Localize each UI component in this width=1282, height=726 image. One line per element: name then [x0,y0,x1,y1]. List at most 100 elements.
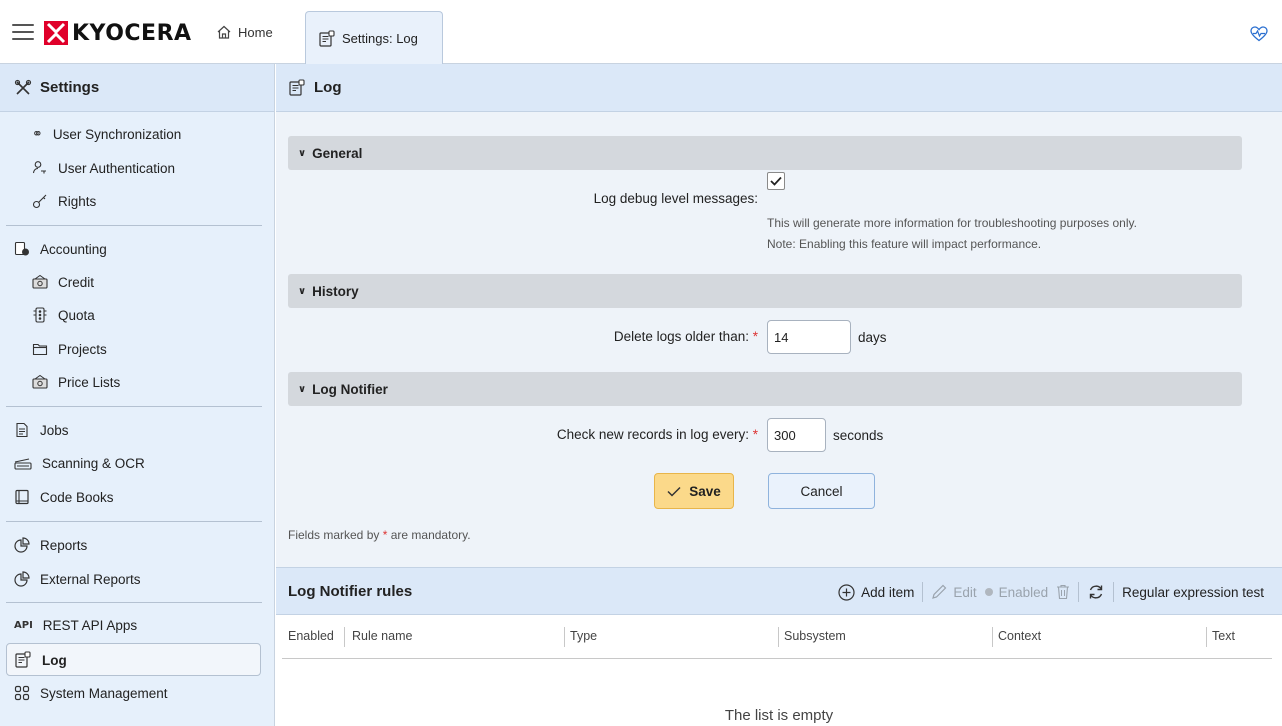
sidebar-item-accounting[interactable]: Accounting [14,241,107,257]
delete-logs-input[interactable]: 14 [767,320,851,354]
sidebar-item-label: Accounting [40,241,107,257]
sidebar-item-label: User Authentication [58,160,176,176]
debug-hint-2: Note: Enabling this feature will impact … [767,237,1042,251]
sidebar-item-rest-api-apps[interactable]: API REST API Apps [14,618,137,633]
column-divider[interactable] [992,627,993,647]
section-log-notifier-title: Log Notifier [312,381,388,397]
section-history-header[interactable]: ∨ History [288,274,1242,308]
trash-icon[interactable] [1056,584,1070,600]
accounting-icon [14,241,29,256]
chevron-down-icon: ∨ [298,285,307,297]
enabled-label: Enabled [998,584,1049,600]
add-item-button[interactable]: Add item [838,583,915,601]
save-button[interactable]: Save [654,473,734,509]
add-item-label: Add item [861,584,915,600]
column-divider[interactable] [778,627,779,647]
log-notifier-rules-panel: Log Notifier rules Add item Edit Enabled [276,567,1282,726]
sidebar-header: Settings [0,64,274,112]
sidebar-item-jobs[interactable]: Jobs [14,422,69,438]
delete-logs-label: Delete logs older than: * [476,329,758,344]
kyocera-logo[interactable]: KYOCERA [44,20,192,46]
sidebar-item-user-synchronization[interactable]: ⚭ User Synchronization [32,126,181,142]
sidebar-item-label: Price Lists [58,374,121,390]
chevron-down-icon: ∨ [298,147,307,159]
page-title: Log [314,79,342,96]
col-rule-name[interactable]: Rule name [352,629,412,643]
debug-checkbox[interactable] [767,172,785,190]
rules-title: Log Notifier rules [288,583,413,600]
pie-chart-icon [14,571,30,587]
log-icon [289,78,305,96]
money-icon [32,274,48,289]
sidebar-item-quota[interactable]: Quota [32,307,95,323]
debug-label: Log debug level messages: [593,191,758,206]
document-icon [16,422,28,438]
sidebar-item-price-lists[interactable]: Price Lists [32,374,120,390]
sidebar-divider [6,406,262,407]
sidebar-item-credit[interactable]: Credit [32,274,94,290]
sidebar: Settings ⚭ User Synchronization User Aut… [0,64,275,726]
col-enabled[interactable]: Enabled [288,629,334,643]
mandatory-note-post: are mandatory. [390,528,471,542]
sidebar-item-rights[interactable]: Rights [32,193,96,209]
check-records-unit: seconds [833,428,884,443]
sidebar-title: Settings [40,79,100,96]
sidebar-item-label: Code Books [40,489,114,505]
api-icon: API [14,620,33,631]
toolbar-divider [922,582,924,602]
home-icon [217,25,231,39]
log-icon [319,29,335,47]
rules-toolbar: Add item Edit Enabled Regular expression… [838,582,1264,602]
check-icon [667,486,681,497]
sidebar-item-log[interactable]: Log [14,651,67,669]
sidebar-item-label: Log [42,652,67,668]
users-sync-icon: ⚭ [32,126,43,141]
sidebar-item-label: Reports [40,537,88,553]
regex-test-button[interactable]: Regular expression test [1122,585,1264,600]
sidebar-item-projects[interactable]: Projects [32,341,107,357]
sidebar-item-reports[interactable]: Reports [14,537,87,553]
sidebar-item-external-reports[interactable]: External Reports [14,571,141,587]
grid-icon [14,685,30,701]
col-subsystem[interactable]: Subsystem [784,629,846,643]
sidebar-item-scanning-ocr[interactable]: Scanning & OCR [14,456,145,471]
sidebar-item-code-books[interactable]: Code Books [14,489,114,505]
key-icon [32,194,47,209]
section-general-header[interactable]: ∨ General [288,136,1242,170]
plus-circle-icon [838,583,855,601]
tab-settings-log[interactable]: Settings: Log [305,11,443,65]
cancel-button[interactable]: Cancel [768,473,875,509]
column-divider[interactable] [564,627,565,647]
col-text[interactable]: Text [1212,629,1235,643]
log-icon [15,651,31,668]
edit-button[interactable]: Edit [931,584,977,600]
pencil-icon [932,584,947,599]
section-log-notifier-header[interactable]: ∨ Log Notifier [288,372,1242,406]
column-divider[interactable] [1206,627,1207,647]
user-key-icon [32,161,46,174]
col-type[interactable]: Type [570,629,597,643]
sidebar-item-label: REST API Apps [42,618,138,633]
check-records-input[interactable]: 300 [767,418,826,452]
col-context[interactable]: Context [998,629,1041,643]
menu-icon[interactable] [12,24,34,40]
book-icon [15,489,29,505]
pie-chart-icon [14,537,30,553]
required-mark: * [752,329,758,344]
required-mark: * [752,427,758,442]
check-records-label: Check new records in log every: * [456,427,758,442]
toolbar-divider [1113,582,1115,602]
table-header: Enabled Rule name Type Subsystem Context… [282,615,1272,659]
sidebar-item-system-management[interactable]: System Management [14,685,168,701]
logo-text: KYOCERA [72,20,192,46]
sidebar-item-user-authentication[interactable]: User Authentication [32,160,175,176]
sidebar-item-label: Credit [58,274,95,290]
tab-home[interactable]: Home [216,24,273,40]
heart-pulse-icon[interactable] [1250,26,1268,42]
sidebar-item-label: Quota [58,307,95,323]
section-general-title: General [312,145,363,161]
tools-icon [14,79,32,95]
column-divider[interactable] [344,627,345,647]
refresh-icon[interactable] [1087,583,1105,601]
enabled-toggle[interactable]: Enabled [984,584,1049,600]
